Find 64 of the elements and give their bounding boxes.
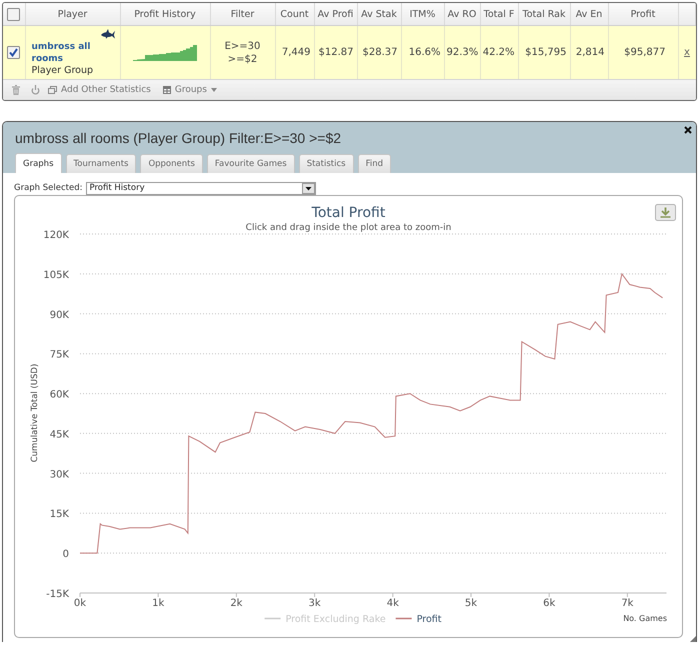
column-header[interactable]: Profit History — [120, 3, 210, 26]
graph-select-label: Graph Selected: — [14, 183, 82, 193]
y-axis-label: 60K — [50, 390, 69, 401]
player-link[interactable]: umbross all rooms — [32, 40, 96, 64]
tab[interactable]: Opponents — [140, 154, 203, 173]
chart-title: Total Profit — [312, 205, 386, 221]
legend-item[interactable]: Profit — [396, 614, 442, 625]
y-axis-title: Cumulative Total (USD) — [30, 364, 40, 462]
download-icon — [660, 206, 670, 218]
close-icon[interactable] — [684, 126, 692, 134]
x-axis-label: 6k — [543, 598, 556, 609]
table-row[interactable]: umbross all rooms Player Group E>=30 >=$2 7,449 $12.87 $28.37 16.6% 92.3% 42.2% $15,795 2,814 $95,877 x — [3, 26, 696, 80]
table-icon — [162, 86, 171, 94]
column-header[interactable]: Count — [275, 3, 314, 26]
x-axis-label: 5k — [464, 598, 478, 609]
y-axis-label: 120K — [43, 230, 69, 241]
y-axis-label: 0 — [62, 549, 69, 560]
profit-sparkline — [133, 44, 197, 61]
column-header[interactable]: Total Rak — [518, 3, 570, 26]
tab[interactable]: Find — [358, 154, 391, 173]
y-axis-label: -15K — [46, 589, 69, 600]
x-axis-label: 3k — [308, 598, 321, 609]
column-header[interactable]: Av En — [570, 3, 608, 26]
panel-title: umbross all rooms (Player Group) Filter:E>=30 >=$2 — [15, 129, 342, 148]
column-header[interactable]: Player — [25, 3, 120, 26]
column-header[interactable]: Total F — [480, 3, 518, 26]
player-type: Player Group — [32, 64, 94, 76]
x-axis-title: No. Games — [623, 614, 667, 623]
row-checkbox[interactable] — [7, 46, 20, 59]
select-all-checkbox[interactable] — [7, 8, 20, 20]
column-header[interactable]: Av Stak — [357, 3, 401, 26]
legend-label: Profit — [416, 614, 442, 625]
tab[interactable]: Statistics — [298, 154, 354, 173]
x-axis-label: 2k — [230, 598, 242, 609]
shark-icon — [100, 28, 114, 38]
y-axis-label: 45K — [50, 429, 69, 440]
tab[interactable]: Favourite Games — [206, 154, 295, 173]
add-statistics-button[interactable]: Add Other Statistics — [48, 85, 151, 95]
column-header[interactable]: Av RO — [444, 3, 480, 26]
x-axis-label: 1k — [152, 598, 164, 609]
caret-icon — [210, 88, 217, 92]
groups-button[interactable]: Groups — [162, 85, 217, 95]
x-axis-label: 0k — [74, 598, 86, 609]
x-axis-label: 7k — [621, 598, 634, 609]
column-header[interactable]: Av Profi — [314, 3, 357, 26]
x-axis-label: 4k — [386, 598, 399, 609]
y-axis-label: 15K — [50, 509, 69, 520]
y-axis-label: 90K — [50, 310, 69, 321]
window-icon — [48, 86, 57, 94]
tab[interactable]: Graphs — [15, 153, 62, 173]
resize-grip-icon[interactable] — [690, 636, 696, 642]
graph-select[interactable]: Profit History — [86, 182, 316, 194]
trash-icon[interactable] — [12, 85, 20, 95]
column-header[interactable]: ITM% — [401, 3, 444, 26]
download-button[interactable] — [655, 204, 676, 221]
column-header[interactable]: Profit — [608, 3, 678, 26]
y-axis-label: 105K — [43, 270, 69, 281]
remove-link[interactable]: x — [684, 47, 690, 58]
column-header[interactable]: Filter — [210, 3, 275, 26]
power-icon[interactable] — [31, 85, 40, 95]
tab[interactable]: Tournaments — [66, 154, 136, 173]
y-axis-label: 30K — [50, 469, 69, 480]
chart-subtitle: Click and drag inside the plot area to zoom-in — [246, 223, 452, 233]
y-axis-label: 75K — [50, 350, 69, 361]
